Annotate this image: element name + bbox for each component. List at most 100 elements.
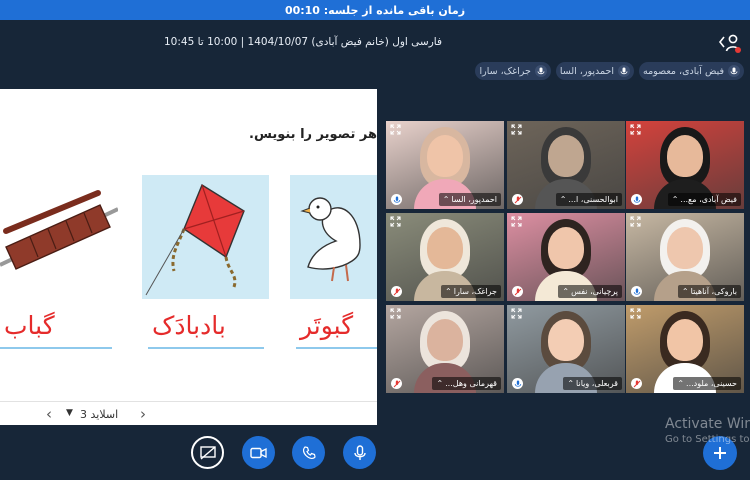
participant-video-tile[interactable]: احمدپور، السا ⌃ — [386, 121, 504, 209]
active-speakers-list: فیض آبادی، معصومه احمدپور، السا جراغک، س… — [475, 62, 744, 80]
participant-face — [667, 135, 703, 177]
notification-dot — [735, 47, 741, 53]
writing-line — [0, 347, 112, 349]
camera-button[interactable] — [242, 436, 275, 469]
chevron-up-icon[interactable]: ⌃ — [567, 379, 574, 388]
chevron-up-icon[interactable]: ⌃ — [677, 379, 684, 388]
slide-word-dove: گبوتَر — [300, 311, 354, 340]
participant-name-label: پرچیانی، نفس — [571, 287, 618, 296]
expand-icon[interactable] — [511, 216, 522, 227]
participant-name-label: قربعلی، ویانا — [576, 379, 618, 388]
video-camera-icon — [250, 447, 267, 458]
participant-video-tile[interactable]: فیض آبادی، مع... ⌃ — [626, 121, 744, 209]
participant-face — [667, 227, 703, 269]
participant-name-label: فیض آبادی، مع... — [680, 195, 737, 204]
speaker-chip-label: جراغک، سارا — [479, 65, 531, 77]
participant-name-label: باروکی، آناهیتا — [690, 287, 737, 296]
microphone-icon — [353, 444, 366, 460]
chevron-down-icon[interactable]: ▼ — [66, 408, 73, 418]
participant-name-label: جراغک، سارا — [453, 287, 497, 296]
participant-name: حسینی، ملود... ⌃ — [673, 377, 741, 390]
slide-word-kebab: گباب — [4, 311, 55, 340]
chevron-up-icon[interactable]: ⌃ — [445, 287, 452, 296]
expand-icon[interactable] — [511, 124, 522, 135]
next-slide-button[interactable]: › — [140, 405, 146, 423]
participant-name: قهرمانی وهل... ⌃ — [432, 377, 501, 390]
microphone-muted-icon — [391, 378, 402, 389]
participant-video-tile[interactable]: قهرمانی وهل... ⌃ — [386, 305, 504, 393]
writing-line — [148, 347, 264, 349]
phone-icon — [302, 445, 316, 459]
slide-navigation: ‹ ▼ اسلاید 3 › — [0, 401, 377, 425]
watermark-line-1: Activate Win — [665, 416, 750, 432]
session-title: فارسی اول (خانم فیض آبادی) 1404/10/07 | … — [164, 36, 442, 48]
participant-name-label: قهرمانی وهل... — [445, 379, 497, 388]
writing-line — [296, 347, 377, 349]
microphone-icon — [534, 65, 547, 77]
screen-share-off-icon — [199, 445, 216, 460]
screen-share-off-button[interactable] — [191, 436, 224, 469]
participant-name: پرچیانی، نفس ⌃ — [558, 285, 622, 298]
participant-name: قربعلی، ویانا ⌃ — [563, 377, 622, 390]
participant-face — [548, 135, 584, 177]
expand-icon[interactable] — [511, 308, 522, 319]
slide-instruction: هر تصویر را بنویس. — [249, 127, 377, 142]
participant-name-label: حسینی، ملود... — [686, 379, 737, 388]
expand-icon[interactable] — [630, 216, 641, 227]
session-timer-bar: زمان باقی مانده از جلسه: 00:10 — [0, 0, 750, 20]
chevron-up-icon[interactable]: ⌃ — [436, 379, 443, 388]
expand-icon[interactable] — [630, 124, 641, 135]
microphone-icon — [391, 194, 402, 205]
previous-slide-button[interactable]: ‹ — [46, 405, 52, 423]
expand-icon[interactable] — [390, 308, 401, 319]
speaker-chip[interactable]: جراغک، سارا — [475, 62, 551, 80]
participant-face — [427, 227, 463, 269]
microphone-muted-icon — [512, 286, 523, 297]
microphone-icon — [631, 194, 642, 205]
chevron-up-icon[interactable]: ⌃ — [672, 195, 679, 204]
slide-number-label[interactable]: اسلاید 3 — [80, 408, 118, 421]
speaker-chip[interactable]: احمدپور، السا — [555, 62, 634, 80]
expand-icon[interactable] — [630, 308, 641, 319]
expand-icon[interactable] — [390, 216, 401, 227]
participant-face — [427, 135, 463, 177]
participant-video-tile[interactable]: جراغک، سارا ⌃ — [386, 213, 504, 301]
speaker-chip-label: احمدپور، السا — [559, 65, 614, 77]
participant-video-tile[interactable]: حسینی، ملود... ⌃ — [626, 305, 744, 393]
participant-name: جراغک، سارا ⌃ — [441, 285, 501, 298]
plus-icon — [714, 447, 726, 459]
participant-face — [427, 319, 463, 361]
session-timer-text: زمان باقی مانده از جلسه: 00:10 — [284, 3, 466, 17]
microphone-button[interactable] — [343, 436, 376, 469]
phone-button[interactable] — [292, 436, 325, 469]
chevron-up-icon[interactable]: ⌃ — [682, 287, 689, 296]
microphone-muted-icon — [512, 194, 523, 205]
chevron-up-icon[interactable]: ⌃ — [562, 287, 569, 296]
participant-name-label: ابوالحسنی، ا... — [568, 195, 618, 204]
expand-icon[interactable] — [390, 124, 401, 135]
slide-word-kite: بادبادَک — [152, 311, 226, 340]
participant-video-tile[interactable]: باروکی، آناهیتا ⌃ — [626, 213, 744, 301]
participant-video-tile[interactable]: قربعلی، ویانا ⌃ — [507, 305, 625, 393]
microphone-muted-icon — [631, 378, 642, 389]
chevron-up-icon[interactable]: ⌃ — [560, 195, 567, 204]
kebab-picture — [0, 175, 119, 299]
kite-picture — [142, 175, 269, 299]
speaker-chip-label: فیض آبادی، معصومه — [643, 65, 724, 77]
presentation-slide: هر تصویر را بنویس. گبوتَر بادبادَک گباب … — [0, 89, 377, 425]
participant-face — [548, 319, 584, 361]
activate-windows-watermark: Activate Win Go to Settings to a — [665, 416, 750, 445]
participants-button[interactable] — [718, 32, 742, 54]
microphone-muted-icon — [391, 286, 402, 297]
microphone-icon — [728, 65, 740, 77]
participant-name: فیض آبادی، مع... ⌃ — [667, 193, 741, 206]
watermark-line-2: Go to Settings to a — [665, 434, 750, 445]
participant-video-tile[interactable]: ابوالحسنی، ا... ⌃ — [507, 121, 625, 209]
microphone-icon — [512, 378, 523, 389]
participant-video-tile[interactable]: پرچیانی، نفس ⌃ — [507, 213, 625, 301]
chevron-up-icon[interactable]: ⌃ — [443, 195, 450, 204]
video-grid: فیض آبادی، مع... ⌃ ابوالحسنی، ا... ⌃ احمدپور… — [386, 121, 748, 393]
speaker-chip[interactable]: فیض آبادی، معصومه — [639, 62, 744, 80]
participant-name: احمدپور، السا ⌃ — [438, 193, 501, 206]
participant-face — [548, 227, 584, 269]
